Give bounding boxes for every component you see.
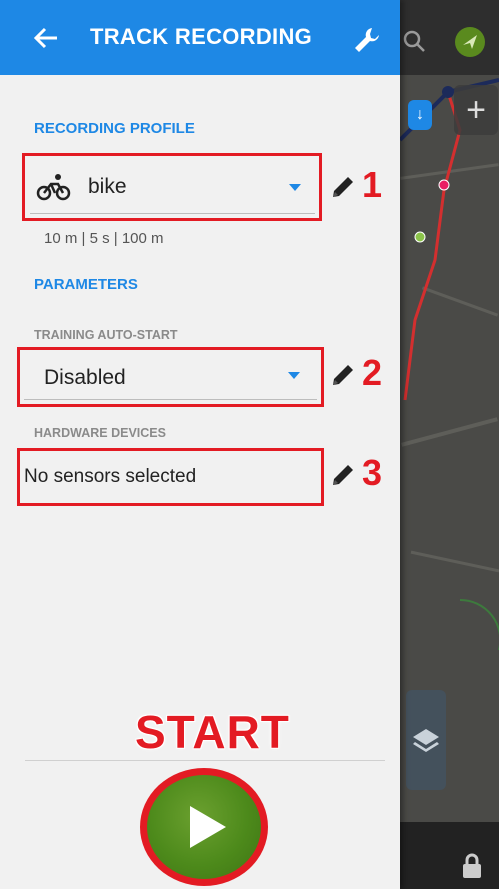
layers-icon [413, 729, 439, 752]
layers-button[interactable] [406, 690, 446, 790]
plus-icon: + [466, 90, 486, 129]
map-poi-marker[interactable]: ↓ [408, 100, 432, 130]
training-auto-start-dropdown[interactable]: Disabled [24, 354, 317, 400]
map-bottom-bar [400, 822, 499, 889]
map-search-button[interactable] [400, 25, 430, 57]
start-annotation-label: START [135, 706, 290, 758]
recording-profile-value: bike [88, 175, 127, 198]
annotation-number-3: 3 [362, 452, 383, 493]
start-button-fill [147, 775, 261, 879]
bottom-divider [25, 760, 385, 761]
page-title: TRACK RECORDING [90, 24, 313, 49]
zoom-in-button[interactable]: + [454, 85, 498, 135]
dropdown-arrow-icon [288, 372, 300, 379]
map-background[interactable]: + ↓ [400, 0, 499, 889]
pencil-icon[interactable] [330, 462, 356, 488]
field-underline [24, 399, 317, 400]
hardware-devices-label: HARDWARE DEVICES [34, 426, 166, 440]
start-recording-button[interactable] [140, 768, 268, 886]
hardware-devices-selector[interactable]: No sensors selected [24, 455, 317, 499]
parameters-heading: PARAMETERS [34, 276, 138, 293]
recording-profile-heading: RECORDING PROFILE [34, 120, 195, 137]
info-marker-icon: ↓ [416, 106, 424, 123]
gps-button[interactable] [450, 22, 490, 62]
pencil-icon[interactable] [330, 174, 356, 200]
wrench-icon [355, 28, 379, 52]
annotation-number-1: 1 [362, 164, 383, 205]
gps-icon [455, 27, 485, 57]
back-arrow-icon [33, 27, 57, 49]
bike-icon [36, 174, 71, 201]
pencil-icon[interactable] [330, 362, 356, 388]
recording-profile-dropdown[interactable]: bike [30, 160, 315, 214]
recording-profile-params: 10 m | 5 s | 100 m [44, 230, 164, 247]
lock-icon[interactable] [460, 852, 484, 880]
back-button[interactable] [26, 18, 66, 58]
dropdown-arrow-icon [289, 184, 301, 191]
training-auto-start-label: TRAINING AUTO-START [34, 328, 178, 342]
training-auto-start-value: Disabled [44, 366, 126, 389]
settings-button[interactable] [345, 18, 389, 62]
app-bar: TRACK RECORDING [0, 0, 400, 75]
search-icon [403, 30, 425, 52]
play-icon [190, 806, 226, 848]
field-underline [30, 213, 315, 214]
annotation-number-2: 2 [362, 352, 383, 393]
track-recording-panel: TRACK RECORDING RECORDING PROFILE bike 1… [0, 0, 400, 889]
hardware-devices-value: No sensors selected [24, 466, 197, 487]
